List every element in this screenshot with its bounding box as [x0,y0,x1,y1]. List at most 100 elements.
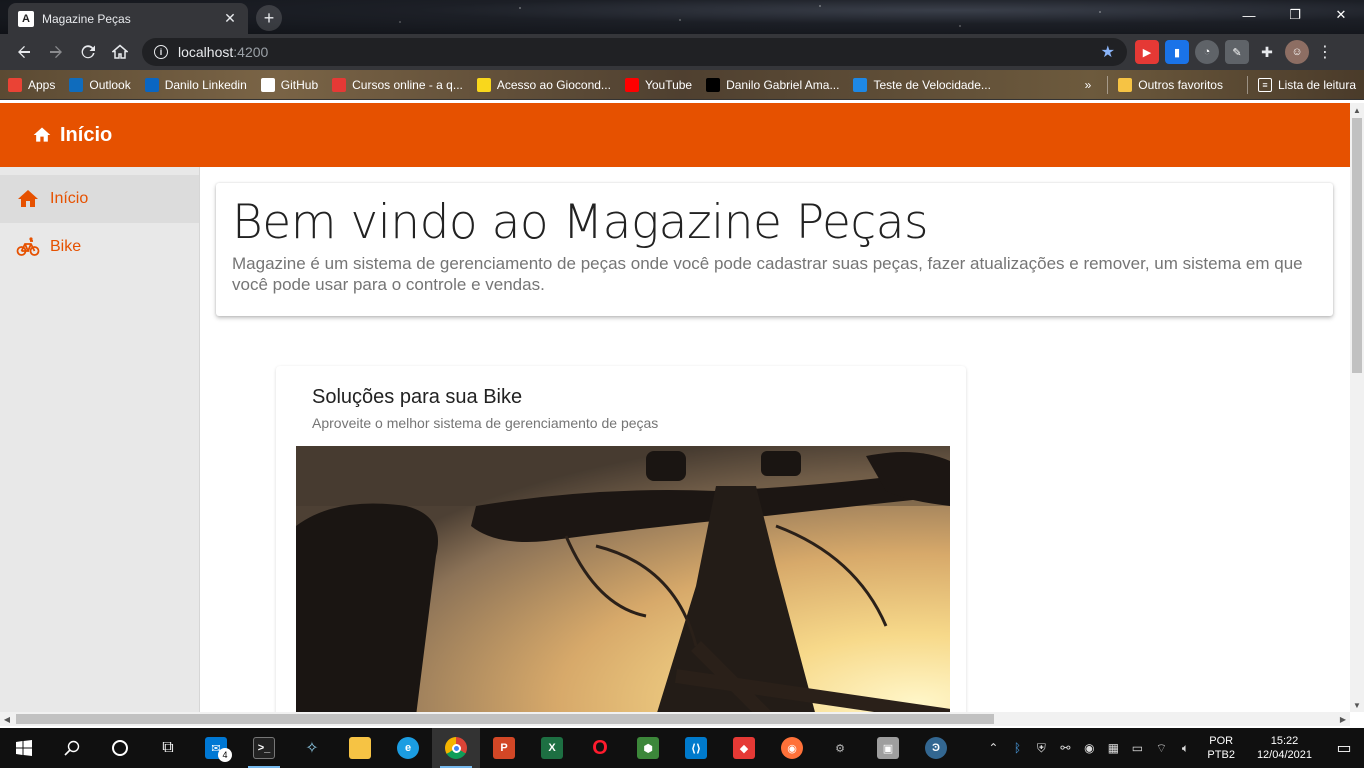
bookmark-speedtest[interactable]: Teste de Velocidade... [853,77,991,92]
home-icon [18,190,38,207]
bookmark-apps-grid[interactable]: Apps [8,77,55,92]
taskbar-app-gray[interactable]: ⚙ [816,728,864,768]
bookmark-label: YouTube [644,77,693,92]
taskbar-vscode[interactable]: ⟨⟩ [672,728,720,768]
bookmark-giocond[interactable]: Acesso ao Giocond... [476,77,611,92]
display-tray-icon[interactable]: ▦ [1101,741,1125,755]
browser-menu-icon[interactable]: ⋮ [1315,42,1335,62]
extension-gauge-icon[interactable]: ◔ [1195,40,1219,64]
app-toolbar: Início [0,103,1350,167]
battery-icon[interactable]: ▭ [1125,741,1149,755]
sidenav-item-bike[interactable]: Bike [0,223,199,271]
extension-blue-icon[interactable]: ▮ [1165,40,1189,64]
language-indicator[interactable]: POR PTB2 [1207,734,1235,762]
extension-note-icon[interactable]: ✎ [1225,40,1249,64]
bookmark-label: Acesso ao Giocond... [496,77,611,92]
extension-red-icon[interactable]: ▶ [1135,40,1159,64]
horizontal-scrollbar[interactable]: ◀ ▶ [0,712,1350,726]
taskbar-app-bird[interactable]: ✧ [288,728,336,768]
browser-tabstrip: A Magazine Peças ✕ + — ❐ ✕ [0,0,1364,34]
bookmarks-bar: Apps Outlook Danilo Linkedin GitHub Cursos o… [0,70,1364,100]
bookmark-profile-bookmark[interactable]: Danilo Gabriel Ama... [706,77,839,92]
volume-icon[interactable]: 🔈︎ [1173,741,1197,756]
task-view-button[interactable]: ⧉ [144,728,192,768]
bookmark-linkedin[interactable]: Danilo Linkedin [144,77,247,92]
home-icon[interactable] [32,125,52,145]
cursos-icon [332,77,347,92]
welcome-title: Bem vindo ao Magazine Peças [232,195,929,250]
chrome-tray-icon[interactable]: ◉ [1077,741,1101,755]
extensions-puzzle-icon[interactable]: ✚ [1255,40,1279,64]
search-icon [64,740,80,756]
info-icon[interactable]: i [154,45,168,59]
scroll-right-arrow-icon[interactable]: ▶ [1336,712,1350,726]
youtube-icon [624,77,639,92]
bookmark-separator [1246,75,1248,94]
reading-list-button[interactable]: ≡ Lista de leitura [1257,77,1356,92]
url-host: localhost [178,44,234,60]
keyboard-layout-label: PTB2 [1207,749,1235,761]
home-button[interactable] [104,38,136,66]
scroll-left-arrow-icon[interactable]: ◀ [0,712,14,726]
github-icon [260,77,275,92]
bookmark-outlook[interactable]: Outlook [69,77,131,92]
mail-badge: 4 [218,748,232,762]
back-button[interactable] [8,38,40,66]
bookmark-youtube[interactable]: YouTube [624,77,693,92]
clock[interactable]: 15:22 12/04/2021 [1257,734,1312,762]
opera-icon: O [592,736,608,759]
outlook-icon [69,77,84,92]
address-bar[interactable]: i localhost:4200 ★ [142,38,1127,66]
more-bookmarks-button[interactable]: » [1085,78,1092,92]
horizontal-scroll-thumb[interactable] [16,714,994,724]
taskbar-chrome[interactable] [432,728,480,768]
taskbar-edge[interactable]: e [384,728,432,768]
bookmark-star-icon[interactable]: ★ [1101,42,1115,62]
tray-chevron-up-icon[interactable]: ⌃ [981,741,1005,755]
taskbar-excel[interactable]: X [528,728,576,768]
cortana-button[interactable] [96,728,144,768]
taskbar-terminal[interactable]: >_ [240,728,288,768]
vertical-scroll-thumb[interactable] [1352,118,1362,373]
url-port: :4200 [233,44,269,60]
bookmark-github[interactable]: GitHub [260,77,318,92]
new-tab-button[interactable]: + [256,5,282,31]
taskbar-mail[interactable]: ✉ 4 [192,728,240,768]
language-label: POR [1209,735,1234,747]
header-title[interactable]: Início [60,124,112,147]
bookmark-cursos[interactable]: Cursos online - a q... [332,77,463,92]
taskbar-app-monitor[interactable]: ▣ [864,728,912,768]
close-window-icon[interactable]: ✕ [1318,0,1364,30]
vertical-scrollbar[interactable]: ▲ ▼ [1350,103,1364,712]
bookmark-label: Cursos online - a q... [352,77,463,92]
wifi-icon[interactable]: ⌔ [1149,741,1173,756]
cortana-circle-icon [112,740,128,756]
sidenav-item-inicio[interactable]: Início [0,175,199,223]
forward-button[interactable] [40,38,72,66]
folder-icon [1118,77,1133,92]
restore-icon[interactable]: ❐ [1272,0,1318,30]
taskbar-opera[interactable]: O [576,728,624,768]
reload-button[interactable] [72,38,104,66]
bluetooth-icon[interactable]: ᛒ [1005,741,1029,755]
red-app-icon: ◆ [733,737,755,759]
start-button[interactable] [0,728,48,768]
minimize-icon[interactable]: — [1226,0,1272,30]
taskbar-app-red[interactable]: ◆ [720,728,768,768]
notifications-icon[interactable]: ▭ [1324,738,1364,758]
security-shield-icon[interactable]: ⛨ [1029,741,1053,756]
scroll-down-arrow-icon[interactable]: ▼ [1350,698,1364,712]
taskbar-postgres[interactable]: Ͽ [912,728,960,768]
taskbar-file-explorer[interactable] [336,728,384,768]
taskbar-node[interactable]: ⬢ [624,728,672,768]
scroll-up-arrow-icon[interactable]: ▲ [1350,103,1364,117]
close-tab-icon[interactable]: ✕ [222,10,238,27]
bike-icon [16,237,40,256]
taskbar-powerpoint[interactable]: P [480,728,528,768]
network-drive-icon[interactable]: ⚯ [1053,741,1077,755]
profile-avatar[interactable]: ☺ [1285,40,1309,64]
taskbar-firefox[interactable]: ◉ [768,728,816,768]
browser-tab[interactable]: A Magazine Peças ✕ [8,3,248,34]
other-favorites-folder[interactable]: Outros favoritos [1118,77,1223,92]
search-button[interactable] [48,728,96,768]
